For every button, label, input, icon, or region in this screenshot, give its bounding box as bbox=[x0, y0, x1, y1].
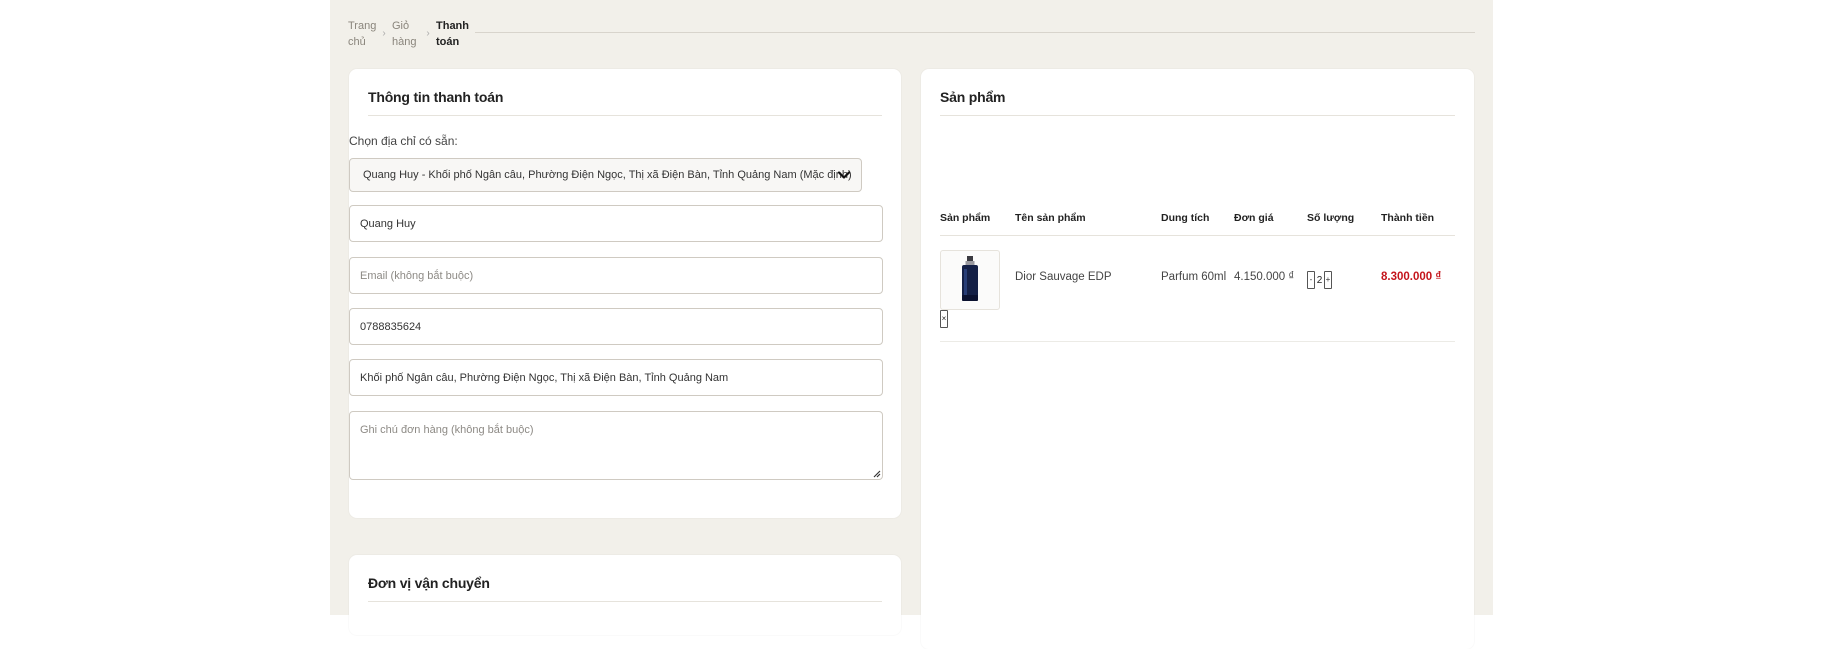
table-header-divider bbox=[940, 235, 1455, 236]
column-header-quantity: Số lượng bbox=[1307, 212, 1355, 224]
chevron-right-icon: › bbox=[382, 28, 386, 39]
shipping-card: Đơn vị vận chuyển bbox=[349, 555, 901, 635]
column-header-total: Thành tiền bbox=[1381, 212, 1435, 224]
increase-quantity-button[interactable]: + bbox=[1324, 271, 1332, 289]
name-field[interactable]: Quang Huy bbox=[349, 205, 883, 242]
breadcrumb-home[interactable]: Trang chủ bbox=[348, 18, 376, 50]
product-volume: Parfum 60ml bbox=[1161, 271, 1227, 283]
email-field[interactable]: Email (không bắt buộc) bbox=[349, 257, 883, 294]
products-title: Sản phẩm bbox=[940, 89, 1455, 116]
phone-field[interactable]: 0788835624 bbox=[349, 308, 883, 345]
column-header-price: Đơn giá bbox=[1234, 212, 1274, 224]
order-note-textarea[interactable]: Ghi chú đơn hàng (không bắt buộc) bbox=[349, 411, 883, 480]
perfume-bottle-icon bbox=[962, 256, 978, 301]
shipping-title: Đơn vị vận chuyển bbox=[368, 575, 882, 602]
product-name[interactable]: Dior Sauvage EDP bbox=[1015, 271, 1112, 283]
quantity-stepper: - 2 + bbox=[1307, 271, 1332, 289]
decrease-quantity-button[interactable]: - bbox=[1307, 271, 1315, 289]
phone-field-value: 0788835624 bbox=[360, 320, 422, 333]
breadcrumb-cart[interactable]: Giỏ hàng bbox=[392, 18, 420, 50]
breadcrumb-divider bbox=[475, 32, 1475, 33]
breadcrumb-current: Thanh toán bbox=[436, 20, 469, 48]
remove-item-button[interactable]: × bbox=[940, 310, 948, 328]
column-header-name: Tên sản phẩm bbox=[1015, 212, 1086, 224]
billing-title: Thông tin thanh toán bbox=[368, 89, 882, 116]
quantity-value[interactable]: 2 bbox=[1316, 275, 1323, 286]
products-card: Sản phẩm Sản phẩm Tên sản phẩm Dung tích… bbox=[921, 69, 1474, 649]
resize-handle-icon[interactable] bbox=[871, 468, 881, 478]
address-field-value: Khối phố Ngân câu, Phường Điện Ngọc, Thị… bbox=[360, 371, 729, 384]
address-field[interactable]: Khối phố Ngân câu, Phường Điện Ngọc, Thị… bbox=[349, 359, 883, 396]
chevron-right-icon: › bbox=[426, 28, 430, 39]
product-total: 8.300.000 ₫ bbox=[1381, 271, 1442, 283]
name-field-value: Quang Huy bbox=[360, 217, 416, 230]
column-header-volume: Dung tích bbox=[1161, 212, 1210, 224]
table-row-divider bbox=[940, 341, 1455, 342]
email-field-placeholder: Email (không bắt buộc) bbox=[360, 269, 474, 282]
breadcrumb: Trang chủ › Giỏ hàng › Thanh toán bbox=[348, 18, 469, 50]
address-select-value: Quang Huy - Khối phố Ngân câu, Phường Đi… bbox=[363, 169, 852, 181]
product-price: 4.150.000 ₫ bbox=[1234, 271, 1295, 283]
address-select-label: Chọn địa chỉ có sẵn: bbox=[349, 134, 458, 148]
order-note-placeholder: Ghi chú đơn hàng (không bắt buộc) bbox=[360, 424, 534, 436]
checkout-container: Trang chủ › Giỏ hàng › Thanh toán Thông … bbox=[330, 0, 1493, 649]
address-select[interactable]: Quang Huy - Khối phố Ngân câu, Phường Đi… bbox=[349, 158, 862, 192]
product-image bbox=[940, 250, 1000, 310]
chevron-down-icon bbox=[837, 171, 851, 179]
column-header-product: Sản phẩm bbox=[940, 212, 991, 224]
